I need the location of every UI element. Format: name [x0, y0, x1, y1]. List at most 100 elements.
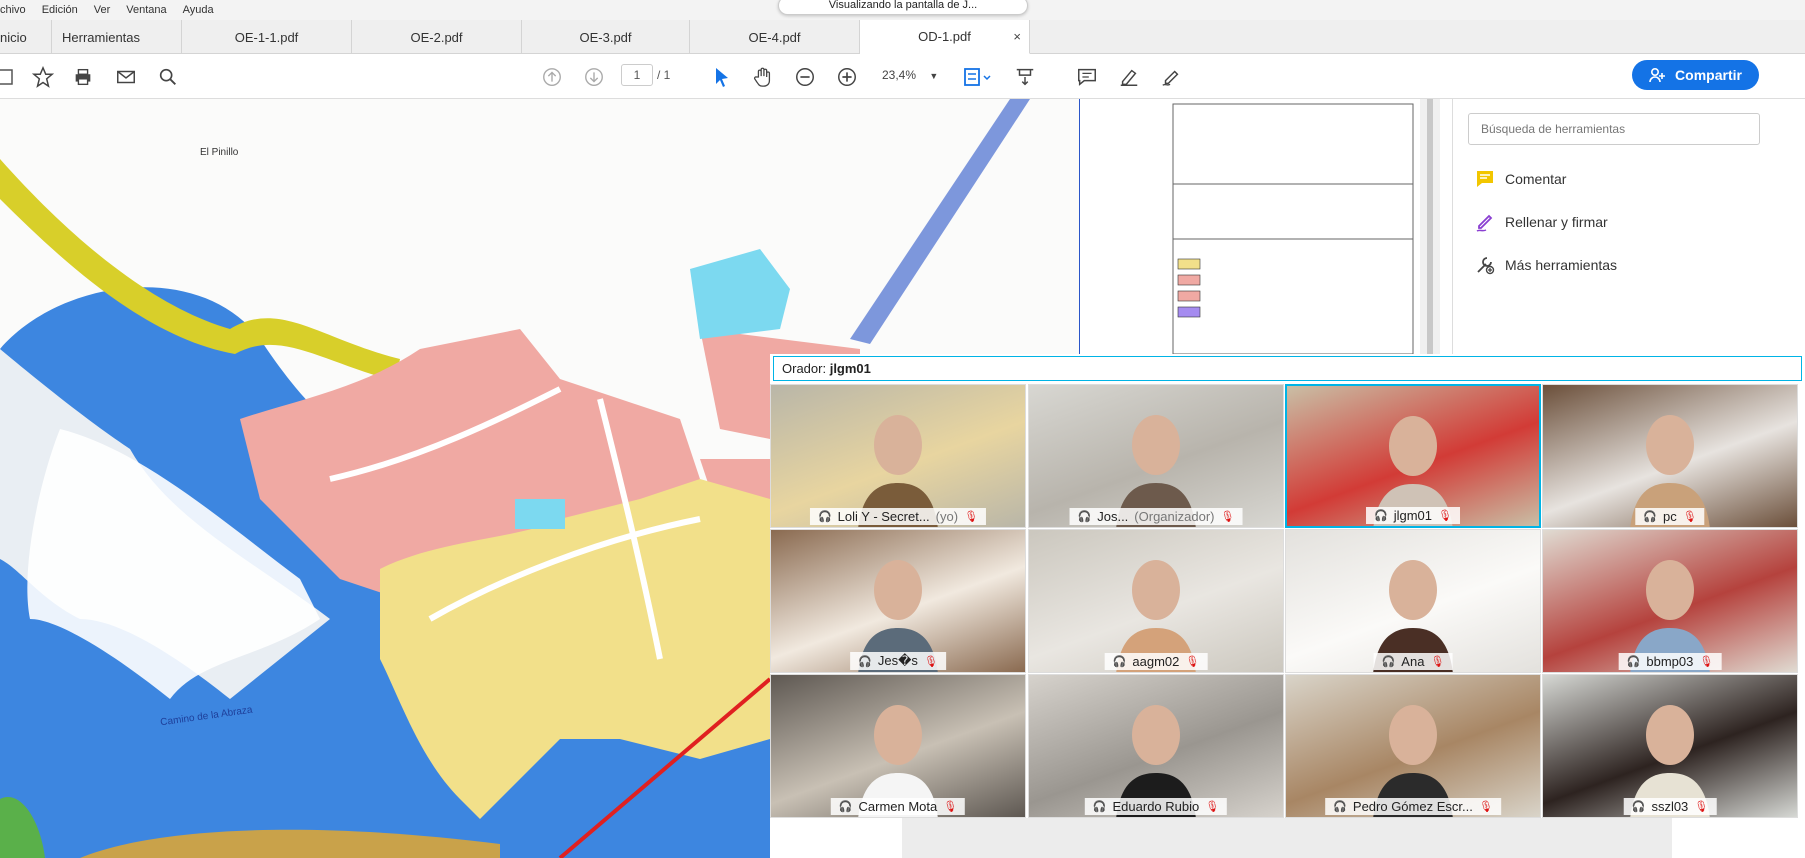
- fit-page-icon[interactable]: [960, 64, 994, 90]
- tools-panel: Búsqueda de herramientas Comentar Rellen…: [1452, 99, 1805, 354]
- page-down-icon[interactable]: [581, 64, 607, 90]
- hand-tool-icon[interactable]: [750, 64, 776, 90]
- tab-label: OE-3.pdf: [579, 29, 632, 45]
- participant-tile[interactable]: 🎧 Jos... (Organizador) 🎙: [1028, 384, 1284, 528]
- mic-muted-icon[interactable]: 🎙: [924, 655, 938, 668]
- participant-role: (yo): [935, 509, 959, 524]
- participant-tile[interactable]: 🎧 sszl03 🎙: [1542, 674, 1798, 818]
- participant-name: bbmp03: [1646, 654, 1694, 669]
- participant-name: pc: [1663, 509, 1677, 524]
- headset-icon: 🎧: [1626, 656, 1641, 668]
- participant-name: Eduardo Rubio: [1112, 799, 1200, 814]
- chevron-down-icon: ▼: [929, 71, 939, 81]
- zoom-level-select[interactable]: 23,4% ▼: [876, 64, 940, 86]
- zoom-out-icon[interactable]: [792, 64, 818, 90]
- participant-tile[interactable]: 🎧 jlgm01 🎙: [1285, 384, 1541, 528]
- wrench-icon: [1477, 257, 1495, 275]
- headset-icon: 🎧: [1092, 801, 1107, 813]
- mic-muted-icon[interactable]: 🎙: [1221, 510, 1235, 523]
- headset-icon: 🎧: [1112, 656, 1127, 668]
- tab-label: OD-1.pdf: [918, 29, 971, 44]
- mic-muted-icon[interactable]: 🎙: [943, 800, 957, 813]
- participant-label: 🎧 pc 🎙: [1635, 508, 1705, 525]
- participant-tile[interactable]: 🎧 bbmp03 🎙: [1542, 529, 1798, 673]
- participant-label: 🎧 jlgm01 🎙: [1366, 507, 1460, 524]
- page-number-input[interactable]: 1: [621, 64, 653, 86]
- find-icon[interactable]: [155, 64, 181, 90]
- scroll-mode-icon[interactable]: [1012, 64, 1038, 90]
- participant-tile[interactable]: 🎧 pc 🎙: [1542, 384, 1798, 528]
- tab-doc-oe-3[interactable]: OE-3.pdf: [522, 20, 690, 54]
- mic-muted-icon[interactable]: 🎙: [1185, 655, 1199, 668]
- page-total: / 1: [657, 68, 671, 82]
- mic-muted-icon[interactable]: 🎙: [1683, 510, 1697, 523]
- tab-home-label: nicio: [0, 29, 27, 45]
- tab-tools[interactable]: Herramientas: [52, 20, 182, 54]
- tab-doc-oe-2[interactable]: OE-2.pdf: [352, 20, 522, 54]
- zoom-value: 23,4%: [882, 68, 917, 82]
- close-icon[interactable]: ×: [1013, 29, 1021, 44]
- participant-tile[interactable]: 🎧 Loli Y - Secret... (yo) 🎙: [770, 384, 1026, 528]
- participant-label: 🎧 Jes�s 🎙: [850, 652, 946, 670]
- page-up-icon[interactable]: [539, 64, 565, 90]
- tool-fill-sign[interactable]: Rellenar y firmar: [1475, 212, 1608, 232]
- select-cursor-icon[interactable]: [709, 64, 735, 90]
- menu-view[interactable]: Ver: [94, 4, 111, 16]
- fill-sign-icon: [1476, 214, 1493, 232]
- participant-label: 🎧 Loli Y - Secret... (yo) 🎙: [809, 508, 987, 525]
- participant-tile[interactable]: 🎧 Carmen Mota 🎙: [770, 674, 1026, 818]
- zoom-in-icon[interactable]: [834, 64, 860, 90]
- tab-doc-oe-4[interactable]: OE-4.pdf: [690, 20, 860, 54]
- share-button-label: Compartir: [1675, 67, 1742, 83]
- mic-muted-icon[interactable]: 🎙: [1430, 655, 1444, 668]
- participant-tile[interactable]: 🎧 aagm02 🎙: [1028, 529, 1284, 673]
- participant-name: sszl03: [1651, 799, 1689, 814]
- tab-label: OE-2.pdf: [410, 29, 463, 45]
- tool-label: Rellenar y firmar: [1505, 214, 1608, 230]
- participant-tile[interactable]: 🎧 Jes�s 🎙: [770, 529, 1026, 673]
- menu-file[interactable]: chivo: [0, 4, 26, 16]
- mail-icon[interactable]: [113, 64, 139, 90]
- participant-label: 🎧 Pedro Gómez Escr... 🎙: [1325, 798, 1501, 815]
- tab-doc-oe-1-1[interactable]: OE-1-1.pdf: [182, 20, 352, 54]
- headset-icon: 🎧: [817, 511, 832, 523]
- participant-tile[interactable]: 🎧 Pedro Gómez Escr... 🎙: [1285, 674, 1541, 818]
- menu-edit[interactable]: Edición: [42, 4, 78, 16]
- tab-home[interactable]: nicio: [0, 20, 52, 54]
- print-icon[interactable]: [70, 64, 96, 90]
- tool-comment[interactable]: Comentar: [1475, 169, 1566, 189]
- mic-muted-icon[interactable]: 🎙: [1694, 800, 1708, 813]
- headset-icon: 🎧: [1333, 801, 1347, 813]
- share-button[interactable]: Compartir: [1632, 60, 1759, 90]
- tools-search-input[interactable]: Búsqueda de herramientas: [1468, 113, 1760, 145]
- participant-tile[interactable]: 🎧 Eduardo Rubio 🎙: [1028, 674, 1284, 818]
- participant-tile[interactable]: 🎧 Ana 🎙: [1285, 529, 1541, 673]
- mic-muted-icon[interactable]: 🎙: [964, 510, 978, 523]
- sign-icon[interactable]: [1158, 64, 1184, 90]
- menu-help[interactable]: Ayuda: [183, 4, 214, 16]
- participant-name: Loli Y - Secret...: [837, 509, 930, 524]
- mic-muted-icon[interactable]: 🎙: [1205, 800, 1219, 813]
- headset-icon: 🎧: [1631, 801, 1646, 813]
- mic-muted-icon[interactable]: 🎙: [1438, 509, 1452, 522]
- mic-muted-icon[interactable]: 🎙: [1479, 800, 1493, 813]
- participant-name: Jos...: [1097, 509, 1129, 524]
- participant-name: Pedro Gómez Escr...: [1352, 799, 1473, 814]
- speaker-prefix: Orador:: [782, 361, 827, 376]
- screen-share-banner[interactable]: Visualizando la pantalla de J...: [778, 0, 1028, 15]
- star-icon[interactable]: [30, 64, 56, 90]
- tab-tools-label: Herramientas: [62, 29, 141, 45]
- comment-icon[interactable]: [1074, 64, 1100, 90]
- tab-doc-od-1[interactable]: OD-1.pdf ×: [860, 20, 1030, 54]
- menu-window[interactable]: Ventana: [126, 4, 166, 16]
- tool-more[interactable]: Más herramientas: [1475, 255, 1617, 275]
- comment-tool-icon: [1477, 171, 1493, 187]
- mic-muted-icon[interactable]: 🎙: [1699, 655, 1713, 668]
- save-icon[interactable]: [0, 64, 18, 90]
- tool-label: Comentar: [1505, 171, 1567, 187]
- participant-name: jlgm01: [1393, 508, 1433, 523]
- highlight-icon[interactable]: [1116, 64, 1142, 90]
- participant-label: 🎧 Carmen Mota 🎙: [830, 798, 966, 815]
- participant-name: aagm02: [1132, 654, 1180, 669]
- headset-icon: 🎧: [1374, 510, 1388, 522]
